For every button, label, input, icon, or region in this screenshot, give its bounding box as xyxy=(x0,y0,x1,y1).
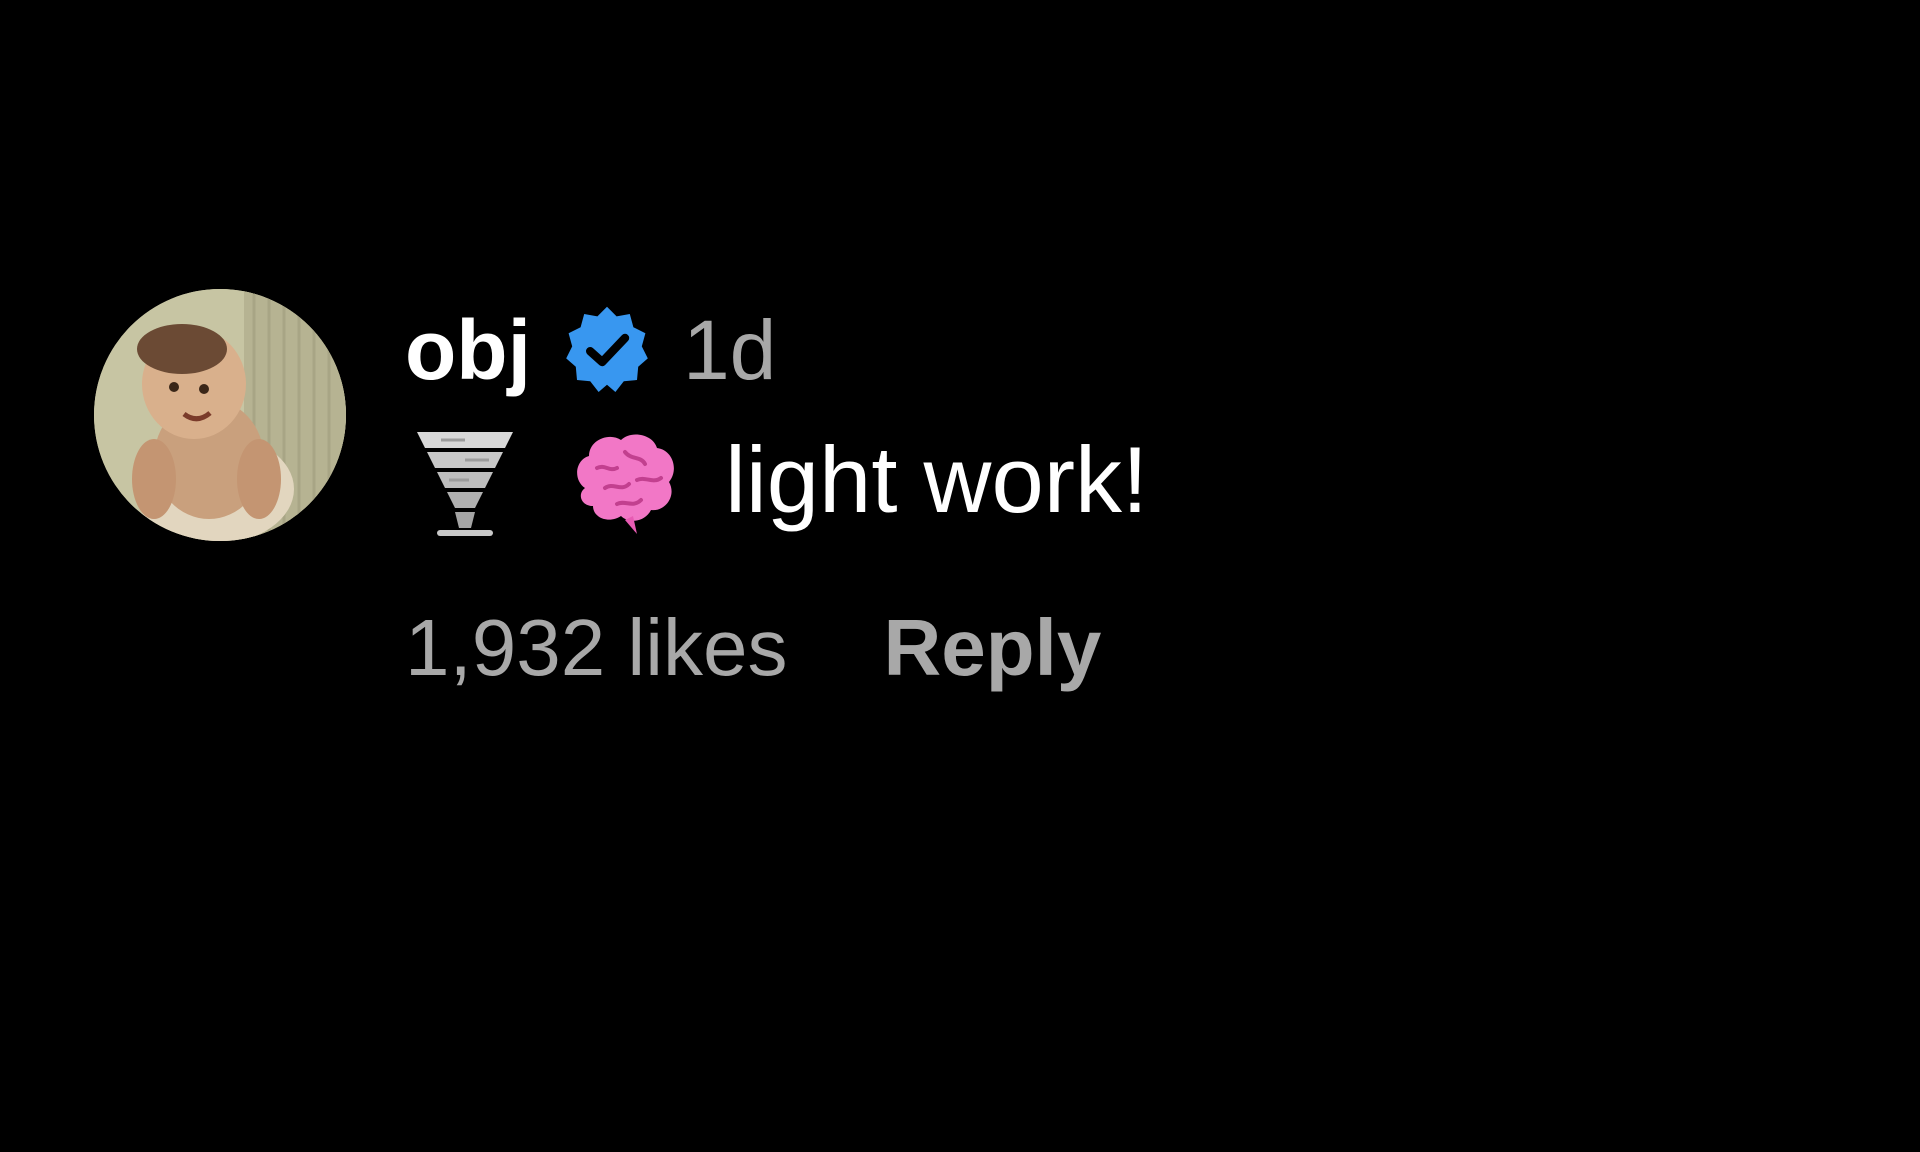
comment-text-row: light work! xyxy=(405,410,1148,550)
comment-text: light work! xyxy=(725,427,1149,532)
reply-button[interactable]: Reply xyxy=(883,602,1101,694)
comment-thread: obj 1d light work! 1,932 likes Reply xyxy=(0,0,1920,1152)
avatar-photo xyxy=(94,289,346,541)
verified-badge-icon xyxy=(559,302,655,398)
comment-body: obj 1d light work! 1,932 likes Reply xyxy=(405,300,1148,698)
timestamp: 1d xyxy=(682,303,777,397)
likes-count[interactable]: 1,932 likes xyxy=(405,602,787,694)
username[interactable]: obj xyxy=(405,308,531,392)
avatar[interactable] xyxy=(94,289,346,541)
brain-icon xyxy=(565,420,685,540)
comment-meta: 1,932 likes Reply xyxy=(405,598,1148,698)
tornado-icon xyxy=(405,420,525,540)
comment-header: obj 1d xyxy=(405,300,1148,400)
